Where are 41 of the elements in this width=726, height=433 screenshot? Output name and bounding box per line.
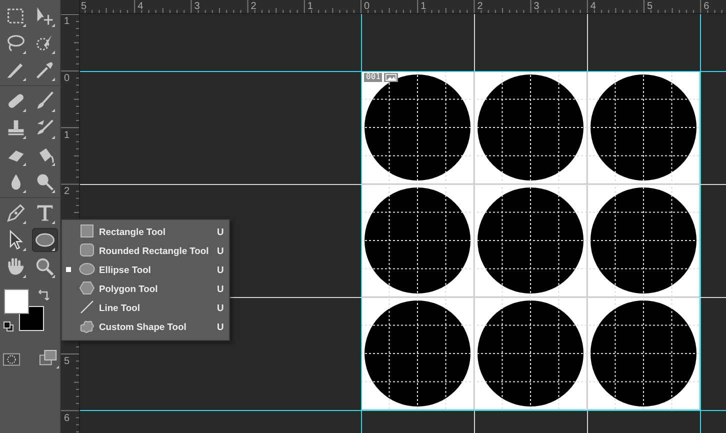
line-icon [79,298,95,314]
ruler-label: 0 [64,74,70,84]
ruler-label: 5 [81,2,87,12]
shortcut-key: U [217,245,229,256]
image-icon [384,73,398,82]
shortcut-key: U [217,302,229,313]
shortcut-key: U [217,226,229,237]
color-swatches-drawing[interactable] [4,289,45,331]
ruler-label: 3 [534,2,540,12]
default-colors-icon[interactable] [3,321,14,332]
ruler-label: 1 [420,2,426,12]
quick-mask-icon[interactable] [3,352,20,366]
ruler-label: 4 [138,2,144,12]
ruler-label: 1 [64,17,70,28]
ellipse-icon [79,260,95,276]
ruler-label: 5 [647,2,653,12]
ruler-label: 0 [364,2,370,12]
ruler-label: 2 [477,2,483,12]
menu-item[interactable]: Polygon Tool [99,283,216,294]
menu-item[interactable]: Rectangle Tool [99,226,216,237]
ruler-label: 5 [64,357,70,367]
menu-item[interactable]: Custom Shape Tool [99,321,216,332]
ruler-label: 6 [704,2,710,12]
swap-arrows-icon[interactable] [38,289,50,302]
layer-badge: 001 [364,73,382,82]
menu-item[interactable]: Ellipse Tool [99,264,216,275]
ruler-label: 1 [307,2,313,12]
menu-item[interactable]: Rounded Rectangle Tool [99,245,216,256]
ruler-label: 3 [194,2,200,12]
shortcut-key: U [217,264,229,275]
ruler-label: 6 [64,414,70,424]
ruler-label: 2 [250,2,256,12]
rectangle-icon [79,222,95,238]
screen-mode-icon[interactable] [39,349,60,369]
rounded-rectangle-icon [79,242,95,258]
ruler-label: 4 [590,2,596,12]
menu-item[interactable]: Line Tool [99,302,216,313]
ruler-label: 1 [64,130,70,141]
ruler-label: 2 [64,187,70,198]
shortcut-key: U [217,283,229,294]
shortcut-key: U [217,321,229,332]
